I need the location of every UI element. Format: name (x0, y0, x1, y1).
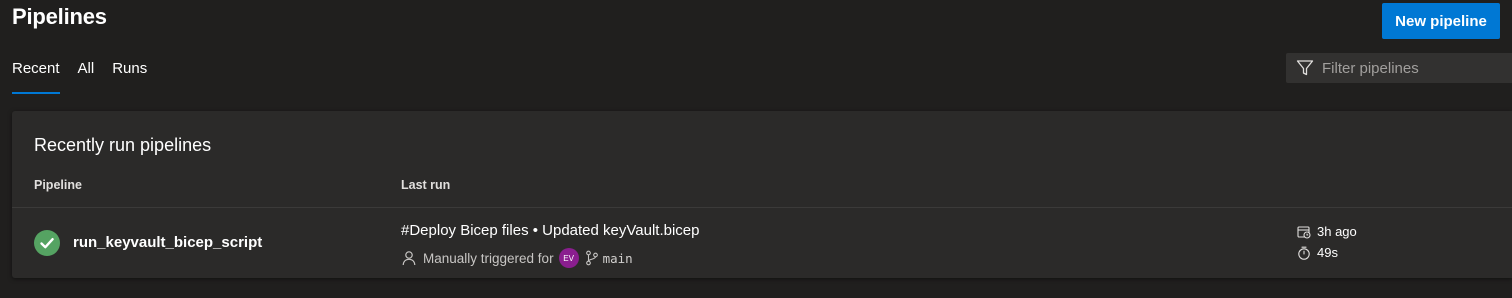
time-ago: 3h ago (1297, 224, 1357, 239)
check-circle-icon (34, 230, 60, 256)
branch-name: main (602, 250, 633, 266)
run-meta: Manually triggered for EV main (401, 247, 633, 269)
time-ago-text: 3h ago (1317, 224, 1357, 239)
table-row[interactable]: run_keyvault_bicep_script #Deploy Bicep … (12, 208, 1512, 278)
pipeline-name-link[interactable]: run_keyvault_bicep_script (73, 234, 262, 251)
pipelines-page: Pipelines New pipeline Recent All Runs R… (0, 0, 1512, 298)
tab-all[interactable]: All (78, 58, 95, 94)
person-icon (402, 251, 416, 266)
calendar-clock-icon (1297, 225, 1311, 239)
stopwatch-icon (1298, 246, 1310, 260)
duration-text: 49s (1317, 245, 1338, 260)
recent-pipelines-card: Recently run pipelines Pipeline Last run… (12, 111, 1512, 278)
column-header-last-run: Last run (401, 178, 451, 192)
new-pipeline-button[interactable]: New pipeline (1382, 3, 1500, 39)
card-title: Recently run pipelines (34, 135, 212, 155)
avatar: EV (558, 248, 579, 268)
branch-icon (585, 250, 598, 266)
duration: 49s (1297, 245, 1338, 260)
tab-runs[interactable]: Runs (112, 58, 147, 94)
filter-input[interactable] (1322, 59, 1502, 77)
run-title: #Deploy Bicep files • Updated keyVault.b… (401, 222, 700, 239)
column-header-pipeline: Pipeline (34, 178, 82, 192)
tab-bar: Recent All Runs (12, 58, 165, 94)
filter-icon (1296, 60, 1314, 76)
filter-box[interactable] (1286, 53, 1512, 83)
page-title: Pipelines (12, 4, 107, 29)
trigger-text: Manually triggered for (423, 250, 554, 266)
tab-recent[interactable]: Recent (12, 58, 60, 94)
